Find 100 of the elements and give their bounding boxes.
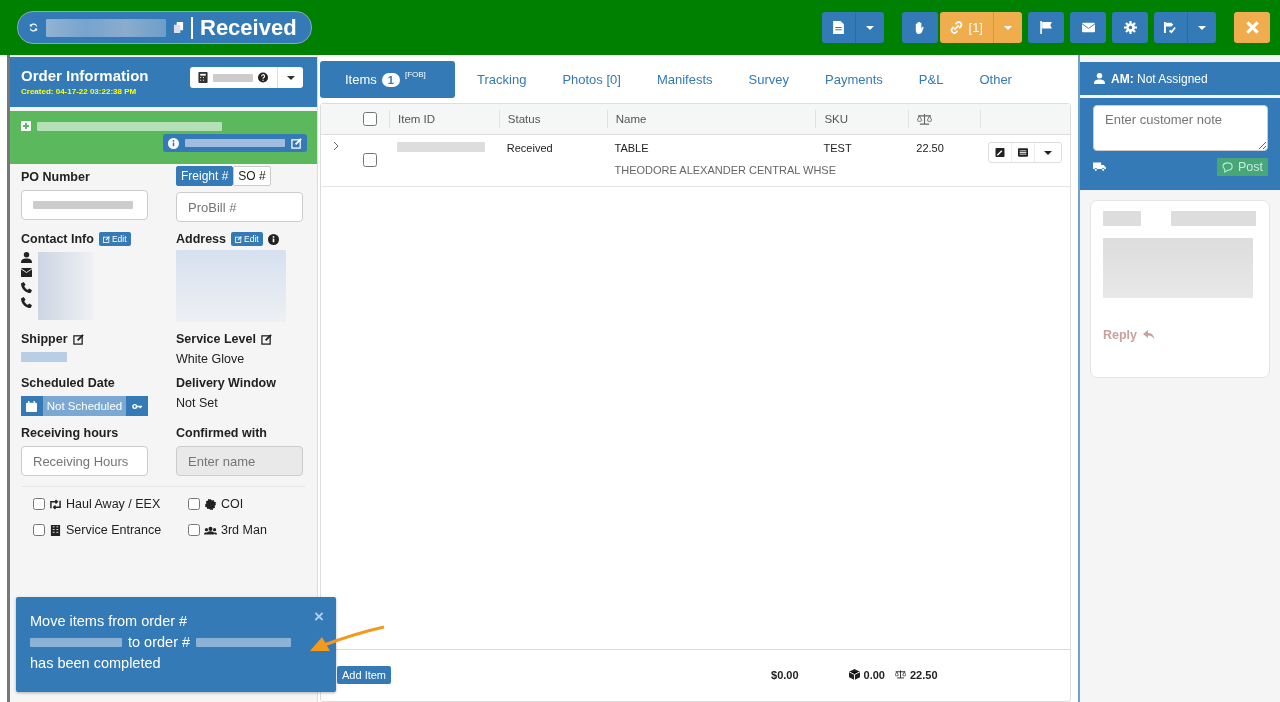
key-button[interactable] bbox=[126, 396, 148, 416]
field-label: Address bbox=[176, 232, 227, 246]
blurred-text bbox=[1103, 211, 1141, 226]
tab[interactable]: P&L bbox=[904, 61, 958, 98]
customer-note-field[interactable]: Enter customer note bbox=[1093, 105, 1268, 151]
probill-field[interactable]: ProBill # bbox=[176, 192, 303, 222]
tab[interactable]: Other bbox=[965, 61, 1026, 98]
calculator-dropdown[interactable] bbox=[190, 67, 303, 88]
list-icon bbox=[1018, 148, 1029, 157]
checkbox[interactable] bbox=[33, 524, 45, 536]
toolbar-button[interactable] bbox=[1154, 12, 1216, 43]
tab[interactable]: Payments bbox=[811, 61, 897, 98]
table-cell-text: TABLE bbox=[614, 142, 650, 154]
expand-chevron-icon[interactable] bbox=[333, 141, 339, 151]
toolbar-button[interactable] bbox=[1112, 12, 1148, 43]
info-icon[interactable] bbox=[267, 233, 279, 245]
field-label: Confirmed with bbox=[176, 426, 268, 440]
refresh-icon[interactable] bbox=[28, 22, 39, 33]
close-button[interactable]: × bbox=[314, 607, 324, 627]
info-tag[interactable] bbox=[163, 134, 307, 152]
po-number-field[interactable] bbox=[21, 190, 148, 220]
calendar-button[interactable] bbox=[21, 396, 43, 416]
edit-button[interactable]: Edit bbox=[98, 232, 131, 246]
receiving-hours-field[interactable]: Receiving Hours bbox=[21, 446, 148, 476]
column-header[interactable]: Status bbox=[498, 110, 607, 128]
person-icon bbox=[21, 252, 32, 263]
toolbar-button[interactable] bbox=[1028, 12, 1064, 43]
toolbar-button[interactable] bbox=[1070, 12, 1106, 43]
field-value: White Glove bbox=[176, 352, 246, 366]
info-icon bbox=[168, 137, 179, 149]
phone-icon bbox=[21, 297, 32, 308]
weight-total: 22.50 bbox=[910, 668, 938, 681]
column-header[interactable]: SKU bbox=[815, 110, 909, 128]
toast-text: has been completed bbox=[30, 655, 161, 671]
table-cell-text: 22.50 bbox=[915, 141, 945, 154]
option-label: 3rd Man bbox=[221, 523, 267, 537]
total-amount: $0.00 bbox=[771, 668, 799, 681]
flag-icon bbox=[1039, 21, 1053, 34]
caret-icon bbox=[1198, 25, 1206, 30]
schedule-button[interactable]: Not Scheduled bbox=[42, 396, 127, 416]
toolbar-button[interactable] bbox=[901, 12, 938, 43]
truck-icon[interactable] bbox=[1093, 162, 1106, 172]
hand-icon bbox=[913, 21, 927, 34]
checkbox[interactable] bbox=[188, 524, 200, 536]
option-label: Service Entrance bbox=[66, 523, 162, 537]
box-icon bbox=[848, 669, 860, 680]
location-text: THEODORE ALEXANDER CENTRAL WHSE bbox=[614, 164, 836, 176]
scale-icon[interactable] bbox=[917, 113, 933, 125]
row-checkbox[interactable] bbox=[363, 153, 377, 167]
number-type-toggle[interactable]: SO # bbox=[233, 166, 271, 186]
table-cell-text: TEST bbox=[822, 141, 853, 154]
number-type-toggle[interactable]: Freight # bbox=[176, 166, 234, 186]
blurred-text bbox=[38, 252, 93, 320]
edit-icon bbox=[291, 137, 302, 149]
tab[interactable]: Items 1 $^{[FOB]}$ bbox=[320, 61, 455, 98]
users-icon bbox=[204, 524, 217, 536]
field-label: PO Number bbox=[21, 170, 91, 184]
field-label: Scheduled Date bbox=[21, 376, 116, 390]
badge-icon bbox=[204, 498, 217, 510]
select-all-checkbox[interactable] bbox=[363, 112, 377, 126]
toolbar-button[interactable] bbox=[821, 12, 884, 43]
edit-icon[interactable] bbox=[260, 333, 272, 345]
field-label: Receiving hours bbox=[21, 426, 120, 440]
link-icon bbox=[949, 21, 963, 34]
envelope-icon bbox=[1081, 21, 1095, 34]
count-badge: 1 bbox=[381, 72, 400, 87]
edit-icon bbox=[102, 235, 110, 243]
blurred-text bbox=[213, 73, 253, 82]
person-icon bbox=[1094, 73, 1105, 84]
envelope-icon bbox=[21, 267, 32, 278]
copy-icon[interactable] bbox=[173, 22, 184, 33]
settings-icon bbox=[1123, 21, 1137, 34]
order-status: Received bbox=[200, 14, 297, 41]
tab[interactable]: Tracking bbox=[463, 61, 541, 98]
column-header[interactable]: Item ID bbox=[389, 110, 499, 128]
add-item-button[interactable]: Add Item bbox=[337, 665, 392, 684]
scale-icon bbox=[895, 669, 906, 680]
plus-icon[interactable] bbox=[21, 121, 31, 131]
help-icon bbox=[258, 72, 268, 83]
table-cell-text: Received bbox=[505, 141, 554, 154]
calendar-icon bbox=[26, 400, 38, 412]
reply-icon bbox=[1143, 330, 1156, 340]
retweet-icon bbox=[49, 498, 62, 510]
caret-icon bbox=[865, 25, 874, 30]
edit-icon[interactable] bbox=[72, 333, 84, 345]
tab-note: [FOB] bbox=[404, 70, 426, 79]
document-icon bbox=[831, 21, 845, 34]
tab[interactable]: Survey bbox=[734, 61, 804, 98]
edit-button[interactable]: Edit bbox=[231, 232, 263, 246]
checkbox[interactable] bbox=[33, 498, 45, 510]
caret-icon bbox=[1004, 25, 1012, 30]
checkbox[interactable] bbox=[188, 498, 200, 510]
close-icon bbox=[1245, 21, 1259, 34]
tab[interactable]: Photos [0] bbox=[548, 61, 635, 98]
toast-text: to order # bbox=[128, 634, 191, 650]
column-header[interactable]: Name bbox=[606, 110, 816, 128]
tab[interactable]: Manifests bbox=[642, 61, 727, 98]
toast-text: Move items from order # bbox=[30, 613, 188, 629]
caret-icon bbox=[1044, 150, 1053, 155]
edit-icon bbox=[235, 235, 243, 243]
